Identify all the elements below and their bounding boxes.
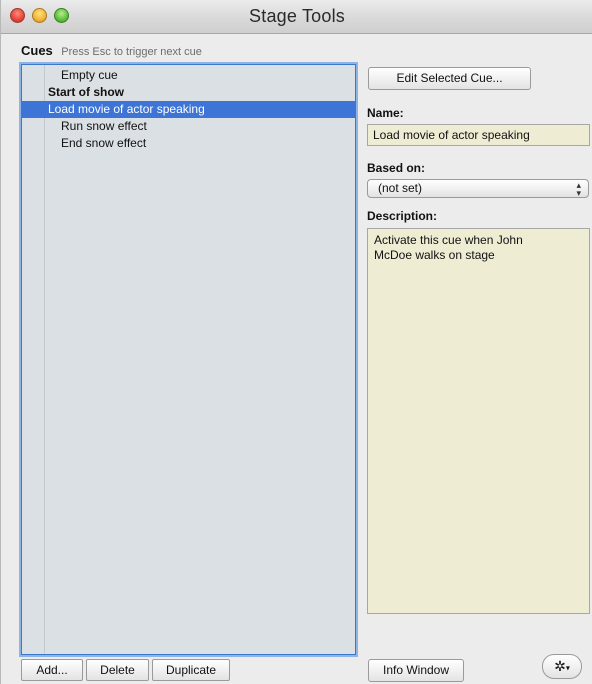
- cues-hint: Press Esc to trigger next cue: [61, 46, 202, 58]
- title-bar[interactable]: Stage Tools: [1, 0, 592, 34]
- info-window-button[interactable]: Info Window: [368, 659, 464, 682]
- add-cue-button[interactable]: Add...: [21, 659, 83, 681]
- cue-item-empty-cue[interactable]: Empty cue: [22, 67, 355, 84]
- based-on-label: Based on:: [367, 161, 426, 175]
- popup-arrows-icon: ▴ ▾: [576, 180, 581, 198]
- edit-selected-cue-button[interactable]: Edit Selected Cue...: [368, 67, 531, 90]
- based-on-value: (not set): [378, 181, 423, 195]
- cues-label: Cues: [21, 43, 53, 58]
- action-menu-button[interactable]: ✲▾: [542, 654, 582, 679]
- description-textarea[interactable]: Activate this cue when John McDoe walks …: [367, 228, 590, 614]
- gear-icon: ✲: [554, 658, 566, 674]
- cue-list[interactable]: Empty cue Start of show Load movie of ac…: [21, 64, 356, 655]
- cue-item-run-snow-effect[interactable]: Run snow effect: [22, 118, 355, 135]
- stage-tools-window: Stage Tools Cues Press Esc to trigger ne…: [0, 0, 592, 684]
- based-on-popup[interactable]: (not set) ▴ ▾: [367, 179, 589, 198]
- outline-indent-guide: [44, 65, 45, 654]
- cues-header: Cues Press Esc to trigger next cue: [21, 42, 202, 60]
- cue-item-load-movie[interactable]: Load movie of actor speaking: [22, 101, 355, 118]
- delete-cue-button[interactable]: Delete: [86, 659, 149, 681]
- description-label: Description:: [367, 209, 438, 223]
- chevron-down-icon: ▾: [565, 663, 570, 673]
- name-field[interactable]: Load movie of actor speaking: [367, 124, 590, 146]
- window-title: Stage Tools: [249, 6, 345, 26]
- duplicate-cue-button[interactable]: Duplicate: [152, 659, 230, 681]
- cue-group-start-of-show[interactable]: Start of show: [22, 84, 355, 101]
- name-label: Name:: [367, 106, 404, 120]
- cue-item-end-snow-effect[interactable]: End snow effect: [22, 135, 355, 152]
